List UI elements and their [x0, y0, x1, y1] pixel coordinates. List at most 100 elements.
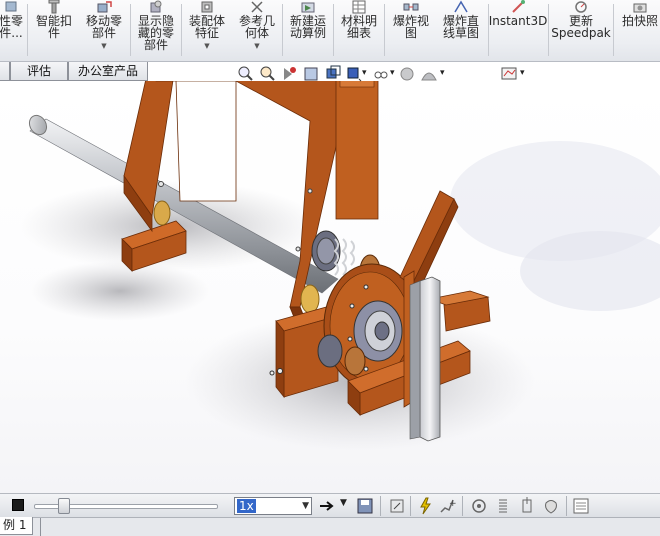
toolbar-separator	[566, 496, 567, 516]
zoom-to-fit-icon[interactable]	[236, 64, 254, 84]
ribbon-button-label: 显示隐 藏的零 部件	[137, 14, 174, 52]
chevron-down-icon[interactable]: ▾	[520, 68, 525, 78]
bom-table-icon	[352, 0, 366, 14]
toolbar-separator	[462, 496, 463, 516]
component-icon	[5, 1, 17, 12]
command-manager-ribbon: 性零 件... 智能扣 件 移动零 部件 ▼ 显示隐 藏的零 部件 装配体 特征…	[0, 0, 660, 62]
chevron-down-icon[interactable]: ▼	[204, 40, 209, 52]
contact-icon[interactable]	[470, 497, 488, 515]
svg-text:+: +	[449, 499, 456, 509]
chevron-down-icon[interactable]: ▾	[440, 68, 445, 78]
hide-show-items-icon[interactable]	[372, 64, 390, 84]
exploded-view-icon	[403, 3, 419, 11]
ribbon-separator	[181, 4, 182, 56]
guide-plate[interactable]	[409, 276, 441, 442]
playback-speed-value: 1x	[237, 499, 256, 513]
chevron-down-icon[interactable]: ▾	[362, 68, 367, 78]
ribbon-separator	[333, 4, 334, 56]
instant3d-icon	[512, 0, 525, 13]
tab-divider	[40, 518, 41, 536]
new-motion-study-button[interactable]: 新建运 动算例	[285, 0, 331, 60]
ribbon-button-label: 拍快照	[621, 14, 658, 28]
ribbon-separator	[613, 4, 614, 56]
smart-fastener-button[interactable]: 智能扣 件	[30, 0, 78, 60]
explode-line-sketch-button[interactable]: 爆炸直 线草图	[437, 0, 485, 60]
apply-scene-icon[interactable]	[420, 64, 438, 84]
move-component-icon	[97, 1, 112, 13]
shadow	[30, 261, 210, 321]
show-hidden-icon	[150, 0, 162, 13]
assembly-features-button[interactable]: 装配体 特征 ▼	[184, 0, 230, 60]
chevron-down-icon[interactable]: ▾	[390, 68, 395, 78]
update-speedpak-button[interactable]: 更新 Speedpak	[551, 0, 611, 60]
chevron-down-icon[interactable]: ▼	[340, 498, 347, 516]
timeline-slider-thumb[interactable]	[58, 498, 70, 514]
ribbon-button-label: 移动零 部件	[85, 14, 122, 40]
ribbon-separator	[130, 4, 131, 56]
arrow-right-icon[interactable]	[318, 497, 336, 515]
toolbar-separator	[380, 496, 381, 516]
stop-icon[interactable]	[12, 499, 24, 511]
ribbon-button-partial[interactable]: 性零 件...	[0, 0, 26, 60]
spring-icon[interactable]: +	[438, 497, 456, 515]
bushing[interactable]	[153, 200, 171, 226]
ribbon-button-label: Instant3D	[488, 14, 548, 28]
calculate-icon[interactable]	[388, 497, 406, 515]
move-component-button[interactable]: 移动零 部件 ▼	[80, 0, 128, 60]
damper-icon[interactable]	[518, 497, 536, 515]
ribbon-button-label: 参考几 何体	[238, 14, 275, 40]
results-icon[interactable]	[572, 497, 590, 515]
view-settings-icon[interactable]	[500, 64, 518, 84]
bushing[interactable]	[300, 284, 320, 314]
reference-geometry-icon	[251, 1, 263, 13]
ribbon-button-label: 新建运 动算例	[289, 14, 326, 40]
ribbon-button-label: 装配体 特征	[188, 14, 225, 40]
tab-evaluate[interactable]: 评估	[10, 62, 68, 81]
ribbon-separator	[27, 4, 28, 56]
ribbon-button-label: 爆炸视 图	[392, 14, 429, 40]
ribbon-button-label: 智能扣 件	[35, 14, 72, 40]
tab-motion-study[interactable]: 例 1	[0, 517, 34, 535]
zoom-area-icon[interactable]	[258, 64, 276, 84]
ribbon-button-label: 更新 Speedpak	[551, 14, 611, 40]
tab-label: 评估	[26, 64, 51, 78]
display-style-icon[interactable]	[344, 64, 362, 84]
view-orientation-icon[interactable]	[324, 64, 342, 84]
section-view-icon[interactable]	[302, 64, 320, 84]
bolt	[269, 370, 275, 376]
snapshot-button[interactable]: 拍快照	[616, 0, 660, 60]
assembly-features-icon	[201, 1, 213, 13]
toolbar-separator	[410, 496, 411, 516]
tab-office-products[interactable]: 办公室产品	[68, 62, 148, 81]
previous-view-icon[interactable]	[280, 64, 298, 84]
ribbon-separator	[488, 4, 489, 56]
ribbon-button-label: 性零 件...	[0, 14, 23, 40]
reference-geometry-button[interactable]: 参考几 何体 ▼	[234, 0, 280, 60]
tab-hidden-left[interactable]	[0, 62, 10, 81]
spring-coil-icon[interactable]	[494, 497, 512, 515]
ribbon-separator	[384, 4, 385, 56]
motion-study-toolbar: 1x ▼ ▼ +	[0, 493, 660, 517]
save-animation-icon[interactable]	[356, 497, 374, 515]
ribbon-button-label: 材料明 细表	[340, 14, 377, 40]
chevron-down-icon: ▼	[302, 501, 309, 511]
gravity-icon[interactable]	[542, 497, 560, 515]
assembly-model[interactable]	[0, 81, 660, 493]
bill-of-materials-button[interactable]: 材料明 细表	[336, 0, 382, 60]
camera-icon	[633, 3, 647, 13]
exploded-view-button[interactable]: 爆炸视 图	[387, 0, 435, 60]
smart-fastener-icon	[48, 0, 60, 14]
bolt	[277, 368, 283, 374]
ribbon-separator	[548, 4, 549, 56]
instant3d-button[interactable]: Instant3D	[488, 0, 548, 60]
motion-study-icon	[301, 2, 315, 13]
ribbon-separator	[282, 4, 283, 56]
graphics-area[interactable]	[0, 81, 660, 493]
chevron-down-icon[interactable]: ▼	[101, 40, 106, 52]
tab-label: 办公室产品	[77, 64, 138, 78]
edit-appearance-icon[interactable]	[398, 64, 416, 84]
show-hidden-components-button[interactable]: 显示隐 藏的零 部件	[132, 0, 180, 60]
motor-icon[interactable]	[416, 497, 436, 515]
chevron-down-icon[interactable]: ▼	[254, 40, 259, 52]
playback-speed-select[interactable]: 1x ▼	[234, 497, 312, 515]
